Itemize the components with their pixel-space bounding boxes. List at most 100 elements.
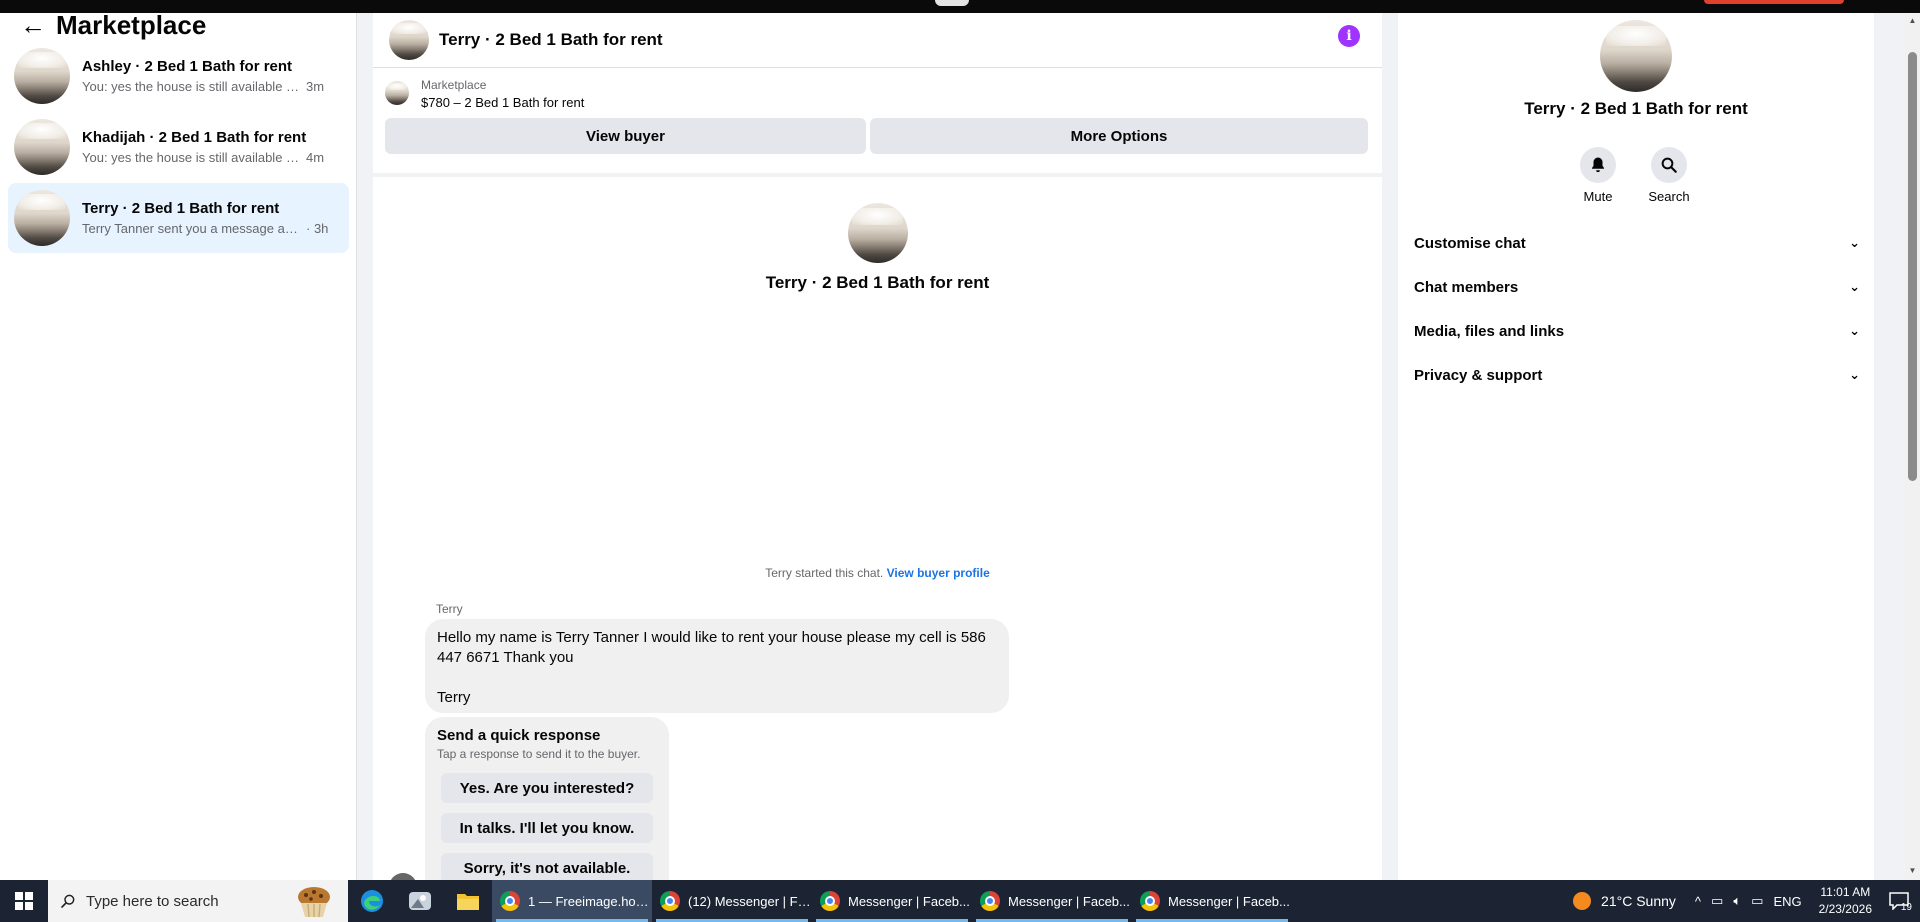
- windows-taskbar: Type here to search 1 — Freeimage.hos...…: [0, 880, 1920, 922]
- scroll-up-icon[interactable]: ▲: [1907, 16, 1918, 25]
- chevron-down-icon: ⌄: [1849, 235, 1860, 250]
- taskbar-app-label: 1 — Freeimage.hos...: [528, 893, 652, 909]
- file-explorer-icon[interactable]: [444, 880, 492, 922]
- section-label: Media, files and links: [1414, 322, 1565, 340]
- quick-response-card: Send a quick response Tap a response to …: [425, 717, 669, 880]
- page-scrollbar-thumb[interactable]: [1908, 52, 1917, 481]
- conversation-item-terry[interactable]: Terry · 2 Bed 1 Bath for rent Terry Tann…: [8, 183, 349, 253]
- customise-chat-section[interactable]: Customise chat ⌄: [1414, 225, 1860, 261]
- taskbar-app-messenger-3[interactable]: Messenger | Faceb...: [972, 880, 1132, 922]
- search-icon: [1651, 147, 1687, 183]
- conversation-snippet: Terry Tanner sent you a message abou...: [82, 221, 300, 236]
- marketplace-listing-bar: Marketplace $780 – 2 Bed 1 Bath for rent…: [373, 69, 1382, 177]
- mute-label: Mute: [1583, 189, 1613, 204]
- quick-response-not-available-button[interactable]: Sorry, it's not available.: [441, 853, 653, 880]
- listing-thumbnail[interactable]: [385, 81, 409, 105]
- conversation-item-khadijah[interactable]: Khadijah · 2 Bed 1 Bath for rent You: ye…: [8, 112, 349, 182]
- chat-members-section[interactable]: Chat members ⌄: [1414, 269, 1860, 305]
- media-files-links-section[interactable]: Media, files and links ⌄: [1414, 313, 1860, 349]
- chat-panel: Terry · 2 Bed 1 Bath for rent i Marketpl…: [373, 13, 1382, 880]
- conversation-name: Terry · 2 Bed 1 Bath for rent: [82, 200, 280, 217]
- view-buyer-profile-link[interactable]: View buyer profile: [887, 566, 990, 580]
- weather-text: 21°C Sunny: [1601, 893, 1676, 909]
- message-signature: Terry: [437, 689, 471, 706]
- chrome-icon: [980, 891, 1000, 911]
- search-in-chat-button[interactable]: Search: [1634, 147, 1704, 204]
- avatar: [14, 190, 70, 246]
- windows-start-button[interactable]: [0, 880, 48, 922]
- weather-widget[interactable]: 21°C Sunny: [1573, 892, 1676, 910]
- section-label: Customise chat: [1414, 234, 1526, 252]
- browser-top-strip: [0, 0, 1920, 13]
- conversation-snippet: You: yes the house is still available fo…: [82, 79, 300, 94]
- details-avatar[interactable]: [1600, 20, 1672, 92]
- info-icon[interactable]: i: [1338, 25, 1360, 47]
- more-options-button[interactable]: More Options: [870, 118, 1368, 154]
- section-label: Privacy & support: [1414, 366, 1543, 384]
- photos-app-icon[interactable]: [396, 880, 444, 922]
- message-bubble: Hello my name is Terry Tanner I would li…: [425, 619, 1009, 713]
- mute-button[interactable]: Mute: [1563, 147, 1633, 204]
- chat-details-panel: Terry · 2 Bed 1 Bath for rent Mute Searc…: [1398, 13, 1874, 880]
- top-strip-red-button[interactable]: [1704, 0, 1844, 4]
- message-text-line: 447 6671 Thank you: [437, 649, 574, 666]
- chevron-down-icon: ⌄: [1849, 367, 1860, 382]
- intro-avatar[interactable]: [847, 203, 908, 263]
- scroll-down-icon[interactable]: ▼: [1907, 866, 1918, 875]
- taskbar-app-label: Messenger | Faceb...: [1168, 893, 1290, 909]
- quick-response-subtitle: Tap a response to send it to the buyer.: [437, 747, 641, 761]
- windows-logo-icon: [15, 892, 33, 910]
- speaker-icon[interactable]: 🔈︎: [1733, 893, 1741, 909]
- marketplace-label: Marketplace: [421, 78, 487, 92]
- avatar: [14, 48, 70, 104]
- taskbar-app-messenger-4[interactable]: Messenger | Faceb...: [1132, 880, 1292, 922]
- chrome-icon: [500, 891, 520, 911]
- taskbar-app-messenger-1[interactable]: (12) Messenger | Fa...: [652, 880, 812, 922]
- avatar: [14, 119, 70, 175]
- conversation-snippet: You: yes the house is still available fo…: [82, 150, 300, 165]
- details-name: Terry · 2 Bed 1 Bath for rent: [1524, 99, 1748, 118]
- conversation-sidebar: ← Marketplace Ashley · 2 Bed 1 Bath for …: [0, 13, 357, 880]
- quick-response-in-talks-button[interactable]: In talks. I'll let you know.: [441, 813, 653, 843]
- taskbar-clock[interactable]: 11:01 AM 2/23/2026: [1819, 884, 1872, 918]
- chat-avatar[interactable]: [389, 20, 429, 60]
- network-icon[interactable]: ▭: [1751, 893, 1763, 909]
- taskbar-app-label: Messenger | Faceb...: [1008, 893, 1130, 909]
- chevron-down-icon: ⌄: [1849, 323, 1860, 338]
- taskbar-app-freeimage[interactable]: 1 — Freeimage.hos...: [492, 880, 652, 922]
- bell-icon: [1580, 147, 1616, 183]
- section-label: Chat members: [1414, 278, 1519, 296]
- taskbar-search-placeholder: Type here to search: [86, 892, 219, 910]
- muffin-icon: [298, 887, 330, 918]
- intro-name: Terry · 2 Bed 1 Bath for rent: [765, 273, 990, 292]
- search-label: Search: [1648, 189, 1690, 204]
- quick-response-title: Send a quick response: [437, 727, 601, 744]
- language-indicator[interactable]: ENG: [1773, 894, 1801, 909]
- meet-now-icon[interactable]: ▭: [1711, 893, 1723, 909]
- message-text-line: Hello my name is Terry Tanner I would li…: [437, 629, 986, 646]
- sender-small-avatar: [389, 873, 417, 880]
- chevron-up-icon[interactable]: ^: [1695, 894, 1701, 909]
- notification-count: 19: [1900, 902, 1912, 913]
- view-buyer-button[interactable]: View buyer: [385, 118, 866, 154]
- conversation-time: 4m: [306, 150, 325, 165]
- system-tray: 21°C Sunny ^ ▭ 🔈︎ ▭ ENG 11:01 AM 2/23/20…: [1573, 880, 1920, 922]
- listing-price[interactable]: $780 – 2 Bed 1 Bath for rent: [421, 95, 584, 110]
- chat-intro: Terry · 2 Bed 1 Bath for rent: [373, 203, 1382, 293]
- taskbar-app-label: (12) Messenger | Fa...: [688, 893, 812, 909]
- notification-center-button[interactable]: 19: [1884, 889, 1914, 913]
- message-sender: Terry: [436, 602, 463, 616]
- conversation-name: Khadijah · 2 Bed 1 Bath for rent: [82, 129, 307, 146]
- clock-date: 2/23/2026: [1818, 902, 1872, 916]
- chat-title[interactable]: Terry · 2 Bed 1 Bath for rent: [439, 30, 663, 50]
- privacy-support-section[interactable]: Privacy & support ⌄: [1414, 357, 1860, 393]
- quick-response-yes-button[interactable]: Yes. Are you interested?: [441, 773, 653, 803]
- taskbar-search-box[interactable]: Type here to search: [48, 880, 348, 922]
- edge-browser-icon[interactable]: [348, 880, 396, 922]
- taskbar-app-label: Messenger | Faceb...: [848, 893, 970, 909]
- taskbar-app-messenger-2[interactable]: Messenger | Faceb...: [812, 880, 972, 922]
- conversation-item-ashley[interactable]: Ashley · 2 Bed 1 Bath for rent You: yes …: [8, 41, 349, 111]
- sidebar-title: Marketplace: [56, 13, 207, 40]
- chevron-down-icon: ⌄: [1849, 279, 1860, 294]
- back-arrow-icon[interactable]: ←: [20, 13, 48, 38]
